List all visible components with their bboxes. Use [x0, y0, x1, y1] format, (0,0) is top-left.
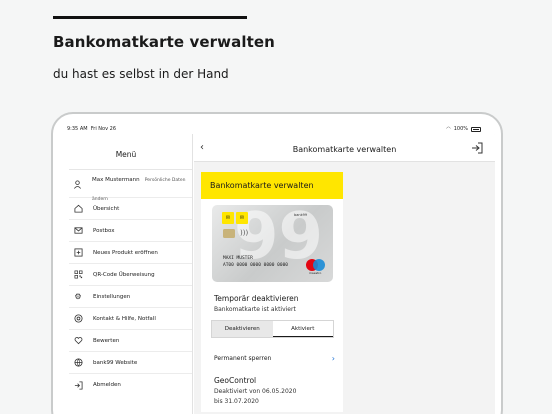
geocontrol-title: GeoControl — [214, 376, 257, 385]
battery-icon — [471, 126, 481, 132]
sidebar-item-label: Übersicht — [93, 205, 120, 212]
qr-code-icon — [73, 270, 83, 280]
card-status-text: Bankomatkarte ist aktiviert — [214, 306, 296, 313]
sidebar-item-label: Bewerten — [93, 337, 120, 344]
sidebar-item-new-product[interactable]: Neues Produkt eröffnen — [69, 242, 192, 264]
sidebar-item-label: Kontakt & Hilfe, Notfall — [93, 315, 156, 322]
mail-icon — [73, 226, 83, 236]
debit-card-image: 99 ✉ ✉ bank99 ))) MAXI MUSTER AT00 0000 … — [212, 205, 333, 282]
cardholder-name: MAXI MUSTER — [223, 256, 253, 261]
sidebar-item-rate[interactable]: Bewerten — [69, 330, 192, 352]
panel-header-title: Bankomatkarte verwalten — [210, 181, 314, 190]
status-time: 9:35 AM — [67, 126, 88, 132]
promo-subline: du hast es selbst in der Hand — [53, 67, 229, 81]
promo-headline: Bankomatkarte verwalten — [53, 33, 275, 51]
status-date: Fri Nov 26 — [90, 126, 117, 132]
decorative-rule — [53, 16, 247, 19]
wifi-icon: ◠ — [446, 126, 451, 132]
heart-icon — [73, 336, 83, 346]
nav-title: Bankomatkarte verwalten — [292, 145, 397, 154]
activation-segmented-control: Deaktivieren Aktiviert — [211, 320, 334, 338]
permanent-block-row[interactable]: Permanent sperren › — [214, 352, 335, 364]
plus-square-icon — [73, 248, 83, 258]
card-number: AT00 0000 0000 0000 0000 — [223, 263, 289, 268]
sidebar-item-label: Postbox — [93, 227, 115, 234]
battery-percent: 100% — [453, 126, 468, 132]
sidebar-item-postbox[interactable]: Postbox — [69, 220, 192, 242]
chevron-right-icon: › — [331, 353, 335, 363]
sidebar-item-qr-transfer[interactable]: QR-Code Überweisung — [69, 264, 192, 286]
card-management-panel: Bankomatkarte verwalten 99 ✉ ✉ bank99 ))… — [201, 172, 343, 412]
post-horn-logo-icon: ✉ — [222, 212, 234, 224]
maestro-logo-icon: maestro — [306, 259, 330, 275]
support-icon — [73, 314, 83, 324]
panel-header: Bankomatkarte verwalten — [201, 172, 343, 199]
deactivate-segment[interactable]: Deaktivieren — [212, 321, 273, 337]
sidebar-title: Menü — [115, 150, 137, 159]
sidebar-item-label: bank99 Website — [93, 359, 138, 366]
sidebar-menu: Menü Max Mustermann Persönliche Daten än… — [59, 134, 193, 414]
logout-icon — [73, 380, 83, 390]
gear-icon: ⚙ — [74, 292, 82, 301]
sidebar-item-settings[interactable]: ⚙ Einstellungen — [69, 286, 192, 308]
status-bar-right: ◠ 100% — [446, 126, 481, 132]
tablet-frame: 9:35 AM Fri Nov 26 ◠ 100% Menü Max Muste… — [51, 112, 503, 414]
geocontrol-line-1: Deaktiviert von 06.05.2020 — [214, 388, 297, 395]
temporary-deactivate-title: Temporär deaktivieren — [214, 294, 299, 303]
user-name: Max Mustermann — [92, 176, 140, 183]
status-bar-left: 9:35 AM Fri Nov 26 — [67, 126, 116, 132]
contactless-icon: ))) — [240, 229, 249, 237]
sidebar-item-label: QR-Code Überweisung — [93, 271, 155, 278]
card-chip-icon — [223, 229, 235, 238]
user-icon — [73, 180, 82, 190]
sidebar-item-label: Abmelden — [93, 382, 121, 388]
sidebar-item-contact[interactable]: Kontakt & Hilfe, Notfall — [69, 308, 192, 330]
globe-icon — [73, 358, 83, 368]
main-content: ‹ Bankomatkarte verwalten Bankomatkarte … — [194, 134, 495, 414]
geocontrol-line-2: bis 31.07.2020 — [214, 398, 259, 405]
activated-segment[interactable]: Aktiviert — [272, 321, 333, 337]
sidebar-item-user[interactable]: Max Mustermann Persönliche Daten ändern — [69, 172, 192, 202]
sidebar-item-logout[interactable]: Abmelden — [69, 374, 192, 396]
sidebar-item-label: Neues Produkt eröffnen — [93, 249, 158, 256]
sidebar-item-overview[interactable]: Übersicht — [69, 198, 192, 220]
sidebar-item-website[interactable]: bank99 Website — [69, 352, 192, 374]
sidebar-item-label: Einstellungen — [93, 293, 131, 300]
maestro-text: maestro — [309, 271, 322, 275]
app-screen: 9:35 AM Fri Nov 26 ◠ 100% Menü Max Muste… — [59, 120, 495, 414]
permanent-block-label: Permanent sperren — [214, 354, 272, 362]
home-icon — [73, 204, 83, 214]
logout-icon[interactable] — [471, 142, 483, 154]
post-logo-icon: ✉ — [236, 212, 248, 224]
card-bank-label: bank99 — [294, 213, 308, 217]
nav-bar: ‹ Bankomatkarte verwalten — [194, 134, 495, 162]
